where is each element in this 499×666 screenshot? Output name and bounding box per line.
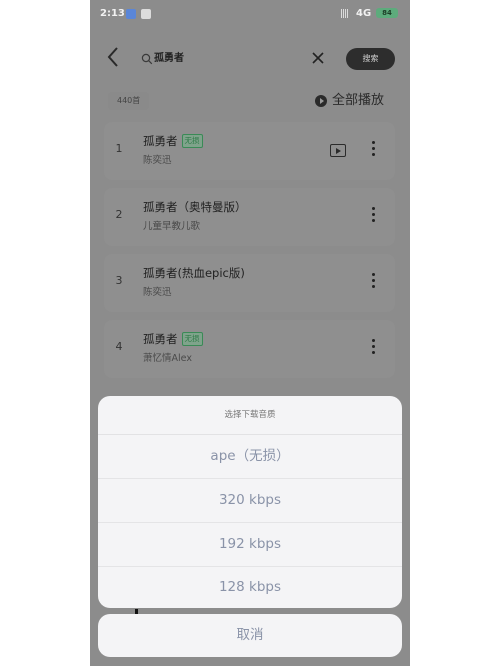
song-artist: 萧忆情Alex [143,353,192,364]
play-circle-icon [315,95,327,107]
quality-option-ape[interactable]: ape（无损） [98,435,402,479]
song-title: 孤勇者 无损 [143,331,203,347]
song-index: 3 [115,274,123,287]
status-time: 2:13 [100,8,125,19]
video-icon[interactable] [330,144,346,157]
phone-screen: 2:13 |||| 4G 84 孤勇者 搜索 440首 全部播放 1 孤勇者 无损… [90,0,410,666]
tiktok-icon [141,9,151,19]
song-row[interactable]: 3 孤勇者(热血epic版) 陈奕迅 [104,254,395,312]
battery-icon: 84 [376,8,398,18]
quality-option-128[interactable]: 128 kbps [98,566,402,608]
sheet-title: 选择下载音质 [98,396,402,435]
quality-option-320[interactable]: 320 kbps [98,479,402,523]
lossless-badge: 无损 [181,134,203,148]
song-index: 1 [115,142,123,155]
quality-action-sheet: 选择下载音质 ape（无损） 320 kbps 192 kbps 128 kbp… [98,396,402,608]
lossless-badge: 无损 [181,332,203,346]
song-artist: 儿童早教儿歌 [143,221,201,232]
back-button[interactable] [106,46,128,70]
status-bar: 2:13 |||| 4G 84 [90,0,410,28]
search-field[interactable]: 孤勇者 [136,46,332,72]
search-button[interactable]: 搜索 [346,48,395,70]
song-artist: 陈奕迅 [143,155,172,166]
more-options-icon[interactable] [370,338,376,358]
search-input[interactable]: 孤勇者 [154,50,184,68]
close-icon[interactable] [310,50,326,66]
play-all-label: 全部播放 [332,93,385,108]
song-row[interactable]: 1 孤勇者 无损 陈奕迅 [104,122,395,180]
more-options-icon[interactable] [370,206,376,226]
cancel-button[interactable]: 取消 [98,614,402,657]
network-type: 4G [356,8,372,19]
song-row[interactable]: 4 孤勇者 无损 萧忆情Alex [104,320,395,378]
song-index: 4 [115,340,123,353]
song-count-badge: 440首 [108,92,150,110]
more-options-icon[interactable] [370,140,376,160]
quality-option-192[interactable]: 192 kbps [98,523,402,567]
chevron-left-icon [107,47,118,67]
more-options-icon[interactable] [370,272,376,292]
search-icon [141,53,153,65]
song-title: 孤勇者（奥特曼版） [143,200,247,214]
signal-icon: |||| [340,9,349,19]
song-row[interactable]: 2 孤勇者（奥特曼版） 儿童早教儿歌 [104,188,395,246]
song-title: 孤勇者 无损 [143,133,203,149]
notification-icon [126,9,136,19]
song-index: 2 [115,208,123,221]
song-artist: 陈奕迅 [143,287,172,298]
song-title: 孤勇者(热血epic版) [143,266,245,280]
